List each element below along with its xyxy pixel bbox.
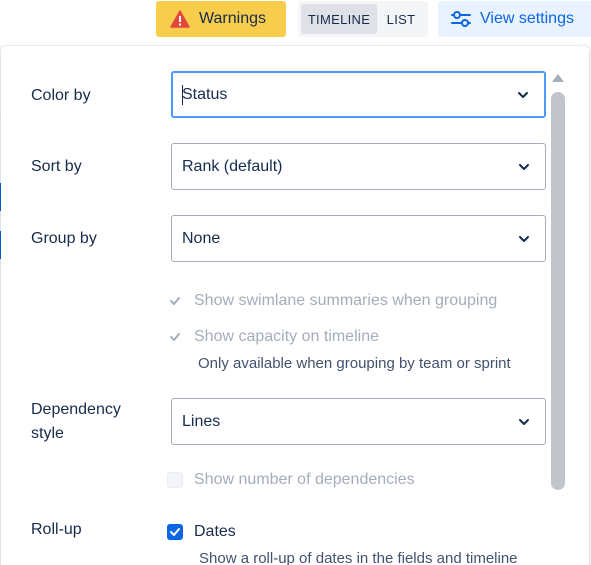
swimlane-summaries-label: Show swimlane summaries when grouping	[194, 292, 498, 309]
sort-by-label: Sort by	[31, 158, 82, 175]
page: Warnings TIMELINE LIST View settings Col…	[0, 0, 591, 565]
capacity-option[interactable]: Show capacity on timeline	[167, 328, 379, 346]
roll-up-dates-checkbox[interactable]	[167, 524, 183, 540]
tab-timeline[interactable]: TIMELINE	[301, 4, 377, 34]
group-by-select[interactable]: None	[171, 215, 546, 262]
dependency-style-select[interactable]: Lines	[171, 398, 546, 445]
sliders-icon	[451, 11, 471, 27]
chevron-down-icon	[517, 160, 531, 174]
checkmark-icon	[170, 333, 180, 341]
view-settings-button[interactable]: View settings	[438, 1, 591, 37]
capacity-checkbox[interactable]	[167, 329, 183, 345]
swimlane-summaries-option[interactable]: Show swimlane summaries when grouping	[167, 292, 497, 310]
roll-up-helper-text: Show a roll-up of dates in the fields an…	[199, 550, 518, 565]
sort-by-value: Rank (default)	[182, 157, 283, 175]
warnings-button[interactable]: Warnings	[156, 1, 286, 37]
scrollbar-thumb[interactable]	[551, 92, 565, 490]
dependency-style-value: Lines	[182, 412, 221, 430]
show-dependency-count-label: Show number of dependencies	[194, 471, 415, 488]
warning-triangle-icon	[170, 10, 190, 28]
text-caret	[182, 85, 183, 105]
dependency-style-label: Dependency style	[31, 398, 121, 446]
chevron-down-icon	[517, 415, 531, 429]
dependency-style-label-line1: Dependency	[31, 401, 121, 418]
show-dependency-count-checkbox[interactable]	[167, 472, 183, 488]
warnings-label: Warnings	[199, 10, 266, 27]
scroll-up-arrow-icon[interactable]	[550, 71, 566, 85]
view-settings-panel: Color by Status Sort by Rank (default) G…	[1, 46, 589, 565]
color-by-value: Status	[182, 85, 228, 103]
sort-by-select[interactable]: Rank (default)	[171, 143, 546, 190]
color-by-select[interactable]: Status	[171, 71, 546, 118]
chevron-down-icon	[517, 232, 531, 246]
capacity-label: Show capacity on timeline	[194, 328, 379, 345]
capacity-helper-text: Only available when grouping by team or …	[198, 355, 511, 372]
checkmark-icon	[170, 297, 180, 305]
view-settings-label: View settings	[480, 10, 574, 27]
show-dependency-count-option[interactable]: Show number of dependencies	[167, 471, 415, 489]
chevron-down-icon	[516, 88, 530, 102]
dependency-style-label-line2: style	[31, 425, 64, 442]
tab-list[interactable]: LIST	[377, 4, 425, 34]
roll-up-label: Roll-up	[31, 521, 82, 538]
roll-up-dates-option[interactable]: Dates	[167, 523, 236, 541]
color-by-label: Color by	[31, 87, 91, 104]
toolbar: Warnings TIMELINE LIST View settings	[0, 0, 591, 40]
roll-up-dates-label: Dates	[194, 523, 236, 540]
group-by-label: Group by	[31, 230, 97, 247]
checkmark-icon	[170, 528, 180, 536]
group-by-value: None	[182, 229, 221, 247]
view-mode-toggle: TIMELINE LIST	[298, 1, 428, 37]
swimlane-summaries-checkbox[interactable]	[167, 293, 183, 309]
